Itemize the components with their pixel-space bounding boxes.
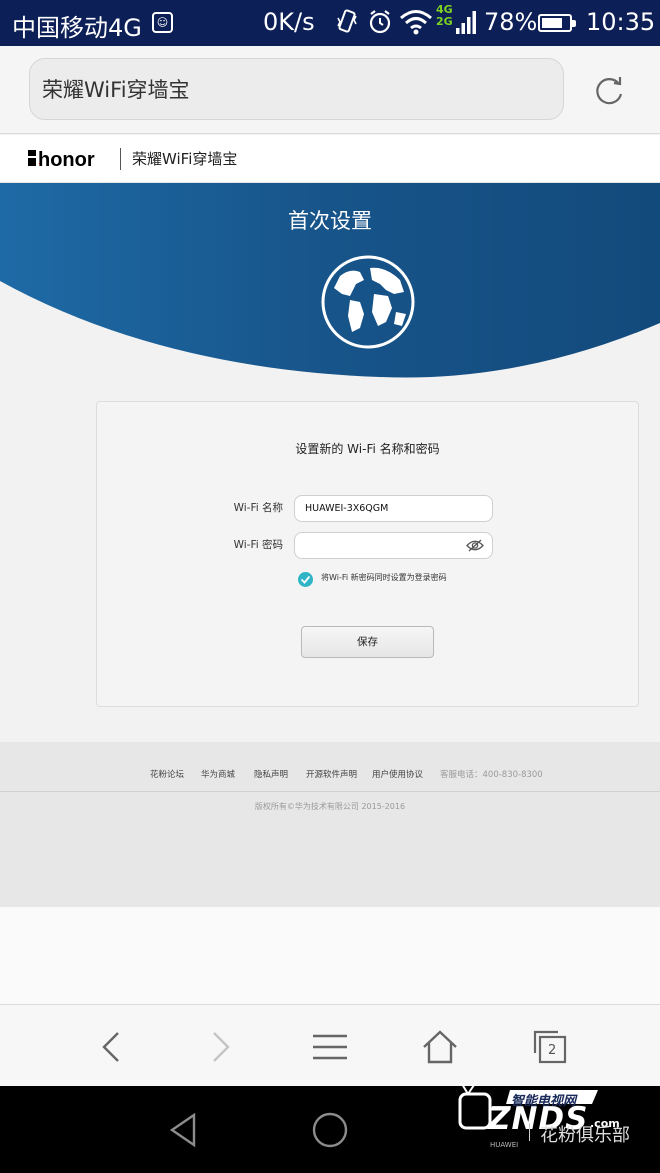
wifi-password-field[interactable] — [294, 532, 493, 559]
wifi-name-field[interactable]: HUAWEI-3X6QGM — [294, 495, 493, 522]
sim-icon: ☺ — [152, 12, 173, 33]
site-header: honor 荣耀WiFi穿墙宝 — [0, 135, 660, 183]
network-type-bottom: 2G — [436, 15, 453, 28]
clock: 10:35 — [586, 8, 656, 36]
nav-back-icon[interactable] — [164, 1110, 204, 1150]
battery-fill — [542, 18, 562, 28]
alarm-icon — [369, 10, 391, 34]
footer-link-user-agreement[interactable]: 用户使用协议 — [372, 768, 423, 780]
save-button[interactable]: 保存 — [301, 626, 434, 658]
signal-icon — [456, 11, 476, 34]
form-title: 设置新的 Wi-Fi 名称和密码 — [295, 442, 440, 456]
tabs-button[interactable]: 2 — [530, 1027, 570, 1067]
network-type: 4G 2G — [436, 4, 453, 28]
url-input[interactable]: 荣耀WiFi穿墙宝 — [29, 58, 564, 120]
battery-percent: 78% — [484, 8, 538, 36]
forward-icon[interactable] — [200, 1027, 240, 1067]
copyright-text: 版权所有©华为技术有限公司 2015-2016 — [254, 802, 406, 811]
watermark-divider — [529, 1123, 530, 1141]
header-divider — [120, 148, 121, 170]
header-title: 荣耀WiFi穿墙宝 — [132, 150, 238, 168]
battery-icon — [538, 14, 576, 32]
svg-text:honor: honor — [38, 149, 95, 170]
browser-address-bar: 荣耀WiFi穿墙宝 — [0, 46, 660, 134]
footer-hotline: 客服电话：400-830-8300 — [440, 770, 543, 780]
banner-title: 首次设置 — [288, 209, 372, 233]
sync-password-label: 将Wi-Fi 新密码同时设置为登录密码 — [321, 573, 447, 582]
check-icon — [300, 575, 311, 584]
wifi-name-label: Wi-Fi 名称 — [233, 502, 283, 514]
globe-icon — [321, 255, 415, 349]
network-speed: 0K/s — [263, 8, 315, 36]
carrier-label: 中国移动4G — [12, 14, 142, 42]
tab-count: 2 — [548, 1043, 557, 1058]
back-icon[interactable] — [92, 1027, 132, 1067]
site-footer: 花粉论坛 华为商城 隐私声明 开源软件声明 用户使用协议 客服电话：400-83… — [0, 742, 660, 907]
wifi-password-label: Wi-Fi 密码 — [233, 539, 283, 551]
screen: 中国移动4G ☺ 0K/s 4G 2G 78% 10:35 荣耀WiFi穿墙宝 … — [0, 0, 660, 1173]
status-bar: 中国移动4G ☺ 0K/s 4G 2G 78% 10:35 — [0, 0, 660, 46]
watermark-huawei: HUAWEI — [490, 1141, 519, 1149]
footer-link-store[interactable]: 华为商城 — [201, 768, 235, 780]
reload-icon[interactable] — [592, 74, 626, 108]
setup-card: 设置新的 Wi-Fi 名称和密码 Wi-Fi 名称 HUAWEI-3X6QGM … — [96, 401, 639, 707]
watermark-club: 花粉俱乐部 — [540, 1125, 630, 1146]
show-password-icon[interactable] — [466, 539, 484, 552]
honor-logo[interactable]: honor — [28, 146, 110, 170]
footer-link-opensource[interactable]: 开源软件声明 — [306, 768, 357, 780]
sync-password-checkbox[interactable] — [298, 572, 313, 587]
footer-link-forum[interactable]: 花粉论坛 — [150, 768, 184, 780]
menu-icon[interactable] — [310, 1027, 350, 1067]
footer-link-privacy[interactable]: 隐私声明 — [254, 768, 288, 780]
page-blank-area — [0, 907, 660, 1004]
wifi-icon — [400, 10, 432, 35]
nav-home-icon[interactable] — [310, 1110, 350, 1150]
home-icon[interactable] — [420, 1027, 460, 1067]
footer-divider — [0, 791, 660, 792]
vibrate-icon — [337, 9, 357, 33]
